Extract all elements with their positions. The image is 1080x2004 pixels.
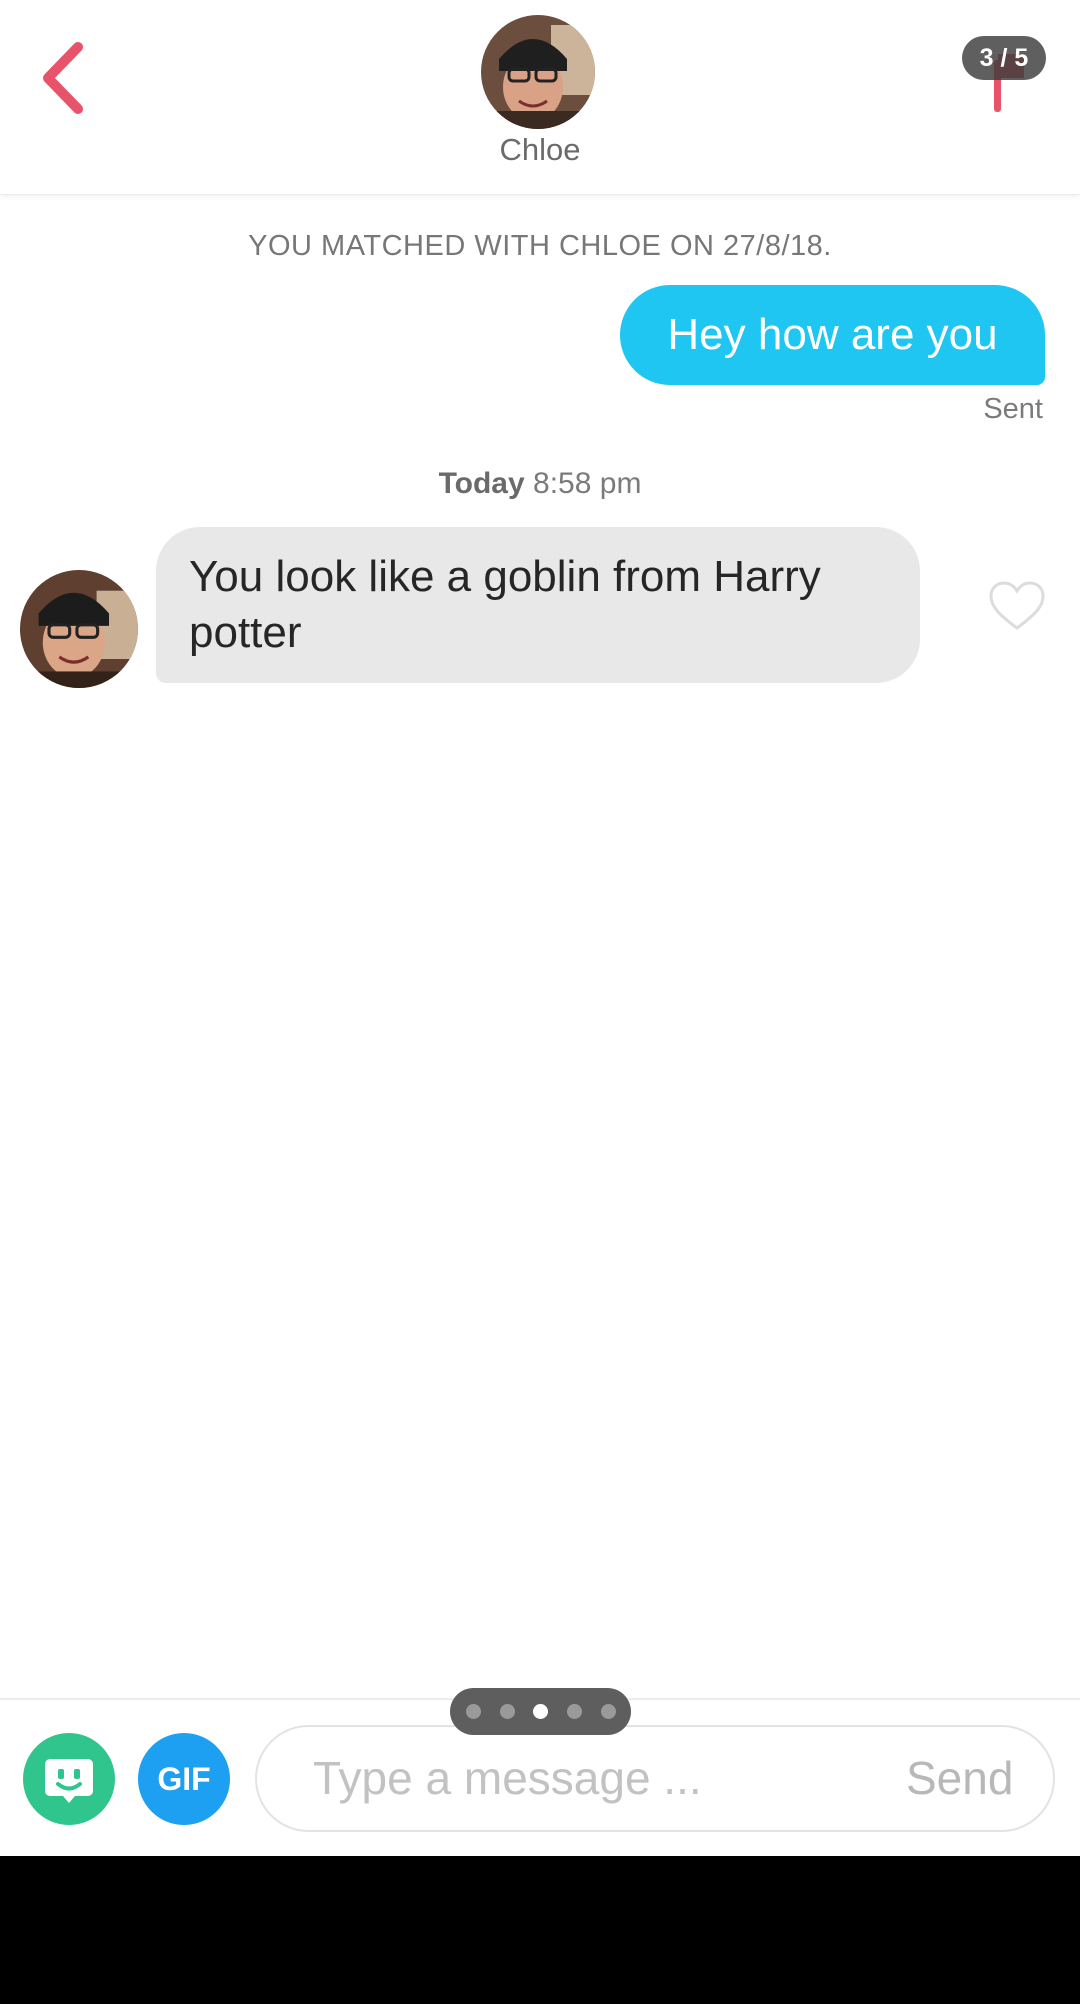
chat-header: Chloe 3 / 5 [0, 0, 1080, 195]
pager-dot [601, 1704, 616, 1719]
chevron-left-icon [43, 42, 83, 114]
page-indicator-badge: 3 / 5 [962, 36, 1046, 80]
chat-screen: Chloe 3 / 5 YOU MATCHED WITH CHLOE ON 27… [0, 0, 1080, 1856]
bitmoji-face-icon [45, 1759, 93, 1803]
pager-dots [450, 1688, 631, 1735]
message-input-placeholder: Type a message ... [313, 1752, 702, 1804]
timestamp-time: 8:58 pm [533, 467, 642, 500]
sender-avatar[interactable] [20, 570, 138, 688]
pager-dot [567, 1704, 582, 1719]
like-button[interactable] [988, 580, 1046, 632]
pager-dot-active [533, 1704, 548, 1719]
bitmoji-button[interactable] [23, 1733, 115, 1825]
pager-dot [500, 1704, 515, 1719]
back-button[interactable] [30, 35, 100, 125]
sent-status-label: Sent [983, 393, 1043, 425]
sent-message-bubble[interactable]: Hey how are you [620, 285, 1045, 385]
received-message-bubble[interactable]: You look like a goblin from Harry potter [156, 527, 920, 683]
pager-dot [466, 1704, 481, 1719]
avatar-photo [20, 570, 138, 688]
contact-avatar[interactable] [481, 15, 595, 129]
timestamp-day: Today [438, 467, 525, 500]
message-timestamp: Today 8:58 pm [0, 467, 1080, 501]
contact-name: Chloe [499, 132, 581, 167]
heart-outline-icon [989, 581, 1045, 630]
avatar-photo [481, 15, 595, 129]
send-button[interactable]: Send [906, 1751, 1013, 1805]
match-notice: YOU MATCHED WITH CHLOE ON 27/8/18. [248, 230, 832, 262]
gif-button[interactable]: GIF [138, 1733, 230, 1825]
